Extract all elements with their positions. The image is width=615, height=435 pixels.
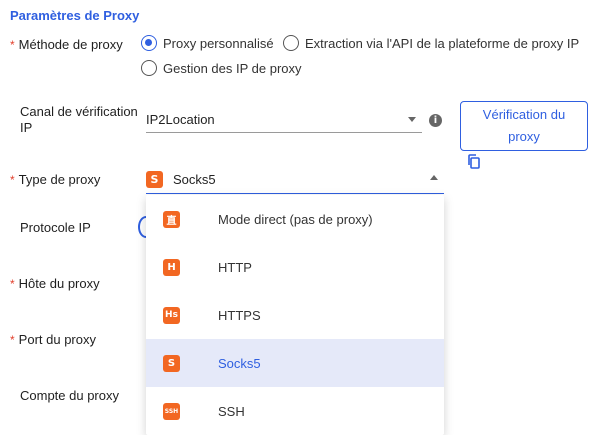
radio-custom-proxy[interactable]: Proxy personnalisé: [141, 35, 274, 51]
verify-proxy-button[interactable]: Vérification du proxy: [460, 101, 588, 151]
chevron-up-icon: [430, 175, 438, 180]
copy-icon[interactable]: [467, 154, 481, 174]
chevron-down-icon: [408, 117, 416, 122]
proxy-type-label: * Type de proxy: [10, 172, 101, 187]
ip-check-select[interactable]: IP2Location: [146, 106, 422, 133]
radio-api-extraction[interactable]: Extraction via l'API de la plateforme de…: [283, 35, 579, 51]
ip-check-label: Canal de vérification IP: [20, 104, 138, 135]
socks5-icon: S: [163, 354, 180, 372]
option-https[interactable]: Hs HTTPS: [146, 291, 444, 339]
option-http[interactable]: H HTTP: [146, 243, 444, 291]
option-ssh[interactable]: SSH SSH: [146, 387, 444, 435]
proxy-type-dropdown: 直 Mode direct (pas de proxy) H HTTP Hs H…: [146, 195, 444, 435]
radio-ip-management[interactable]: Gestion des IP de proxy: [141, 60, 302, 76]
required-mark: *: [10, 38, 15, 52]
radio-unchecked-icon: [141, 60, 157, 76]
section-title: Paramètres de Proxy: [10, 8, 140, 23]
host-label: * Hôte du proxy: [10, 276, 100, 291]
info-icon[interactable]: i: [429, 114, 442, 127]
radio-checked-icon: [141, 35, 157, 51]
ssh-icon: SSH: [163, 402, 180, 420]
account-label: Compte du proxy: [20, 388, 119, 403]
proxy-type-select[interactable]: S Socks5: [146, 166, 444, 194]
socks5-icon: S: [146, 171, 163, 188]
protocol-label: Protocole IP: [20, 220, 91, 235]
option-socks5[interactable]: S Socks5: [146, 339, 444, 387]
http-icon: H: [163, 258, 180, 276]
radio-unchecked-icon: [283, 35, 299, 51]
port-label: * Port du proxy: [10, 332, 96, 347]
proxy-method-label: * Méthode de proxy: [10, 37, 123, 52]
option-direct[interactable]: 直 Mode direct (pas de proxy): [146, 195, 444, 243]
https-icon: Hs: [163, 306, 180, 324]
direct-mode-icon: 直: [163, 210, 180, 228]
